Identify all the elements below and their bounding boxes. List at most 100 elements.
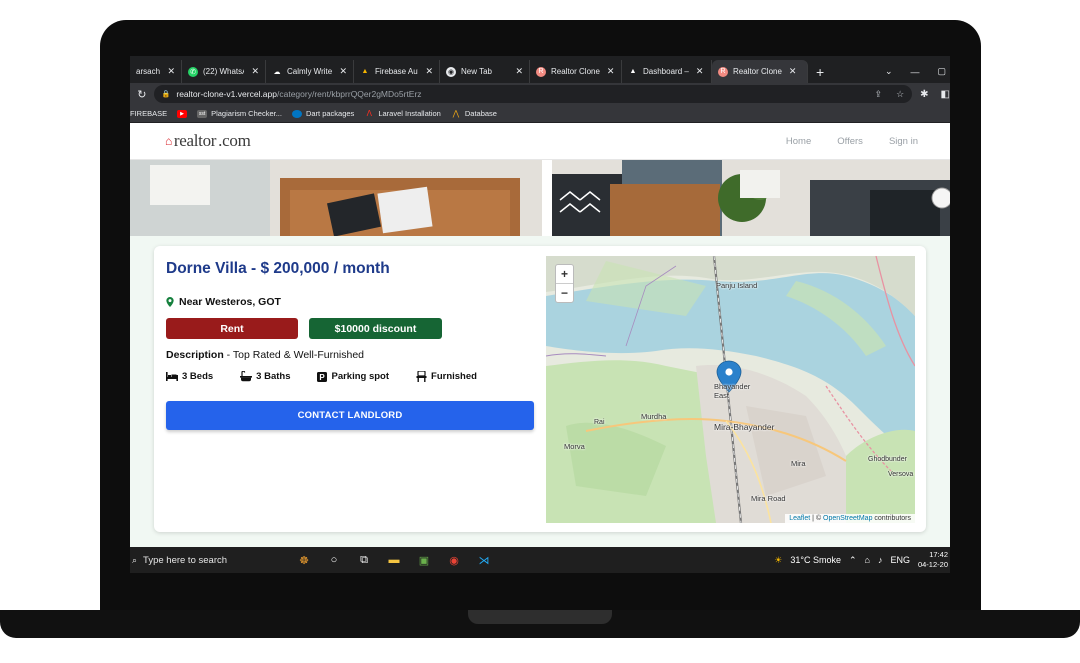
feature-baths: 3 Baths <box>240 371 290 382</box>
tab-4[interactable]: ◉ New Tab ✕ <box>440 60 530 83</box>
window-controls: ⌄ — ▢ <box>885 60 950 83</box>
database-icon: ⋀ <box>452 109 460 118</box>
taskbar-search[interactable]: ⌕ Type here to search <box>130 547 290 573</box>
bookmark-plagiarism[interactable]: sst Plagiarism Checker... <box>197 109 282 118</box>
site-header: ⌂ realtor .com Home Offers Sign in <box>130 123 950 160</box>
taskbar-apps: ☸ ○ ⧉ ▬ ▣ ◉ ⋊ <box>296 552 492 568</box>
lock-icon: 🔒 <box>161 91 171 98</box>
widget-icon[interactable]: ☸ <box>296 552 312 568</box>
network-icon[interactable]: ⌂ <box>865 555 870 565</box>
zoom-in-button[interactable]: + <box>556 265 573 284</box>
listing-title: Dorne Villa - $ 200,000 / month <box>166 260 390 277</box>
start-circle-icon[interactable]: ○ <box>326 552 342 568</box>
reload-icon[interactable]: ↻ <box>130 88 154 101</box>
close-icon[interactable]: ✕ <box>607 66 615 77</box>
house-icon: ⌂ <box>165 133 172 148</box>
tab-1[interactable]: ✆(22) WhatsAp✕ <box>182 60 266 83</box>
close-icon[interactable]: ✕ <box>339 66 347 77</box>
map-label-bhayander-east: Bhayander East <box>714 382 751 400</box>
feature-furnished: Furnished <box>416 371 477 382</box>
tray-chevron-icon[interactable]: ⌃ <box>849 555 857 566</box>
tab-5[interactable]: R Realtor Clone ✕ <box>530 60 622 83</box>
map-label-versova: Versova <box>888 471 914 478</box>
close-icon[interactable]: ✕ <box>251 66 259 77</box>
zoom-out-button[interactable]: − <box>556 284 573 302</box>
bookmark-firebase[interactable]: FIREBASE <box>130 109 167 118</box>
weather-text[interactable]: 31°C Smoke <box>790 555 841 565</box>
laptop-notch <box>468 610 612 624</box>
chrome-icon: ◉ <box>446 66 456 77</box>
url-host: realtor-clone-v1.vercel.app <box>176 89 277 99</box>
feature-parking: P Parking spot <box>317 371 389 382</box>
discount-badge: $10000 discount <box>309 318 442 339</box>
realtor-icon: R <box>536 66 546 77</box>
notes-app-icon[interactable]: ▣ <box>416 552 432 568</box>
svg-text:P: P <box>320 373 326 382</box>
screen: arsachin✕ ✆(22) WhatsAp✕ ☁Calmly Writer✕… <box>130 56 950 573</box>
language-indicator[interactable]: ENG <box>890 555 910 565</box>
chevron-down-icon[interactable]: ⌄ <box>885 66 893 77</box>
task-view-icon[interactable]: ⧉ <box>356 552 372 568</box>
tab-6[interactable]: ▲ Dashboard – ✕ <box>622 60 712 83</box>
listing-description: Description - Top Rated & Well-Furnished <box>166 349 365 361</box>
close-icon[interactable]: ✕ <box>425 66 433 77</box>
leaflet-link[interactable]: Leaflet <box>789 515 810 522</box>
site-nav: Home Offers Sign in <box>786 136 918 147</box>
listing-features: 3 Beds 3 Baths P Parking spot Furnished <box>166 371 477 382</box>
taskbar-clock[interactable]: 17:42 04-12-20 <box>918 550 948 570</box>
url-input[interactable]: 🔒 realtor-clone-v1.vercel.app/category/r… <box>153 85 913 103</box>
listing-hero-image[interactable] <box>130 160 950 236</box>
vercel-icon: ▲ <box>629 68 637 75</box>
map-label-mira: Mira <box>791 459 806 468</box>
nav-sign-in[interactable]: Sign in <box>889 136 918 147</box>
tab-2[interactable]: ☁ Calmly Writer ✕ <box>266 60 354 83</box>
calmly-writer-icon: ☁ <box>273 68 281 76</box>
system-tray: ☀ 31°C Smoke ⌃ ⌂ ♪ ENG 17:42 04-12-20 <box>774 550 950 570</box>
listing-type-badge: Rent <box>166 318 298 339</box>
osm-link[interactable]: OpenStreetMap <box>823 515 872 522</box>
chrome-taskbar-icon[interactable]: ◉ <box>446 552 462 568</box>
youtube-icon: ▶ <box>177 109 188 118</box>
bookmark-star-icon[interactable]: ☆ <box>896 89 904 100</box>
volume-icon[interactable]: ♪ <box>878 555 883 565</box>
side-panel-icon[interactable]: ◧ <box>941 89 950 100</box>
listing-location: Near Westeros, GOT <box>166 296 281 308</box>
extensions-icon[interactable]: ✱ <box>920 89 928 100</box>
tab-7[interactable]: R Realtor Clone ✕ <box>712 60 808 83</box>
hero-photo <box>130 160 950 236</box>
nav-home[interactable]: Home <box>786 136 811 147</box>
tab-3[interactable]: ▲Firebase Auth✕ <box>354 60 440 83</box>
map-label-mira-bhayander: Mira-Bhayander <box>714 422 775 432</box>
map-label-murdha: Murdha <box>641 412 667 421</box>
map-zoom-control: + − <box>555 264 574 303</box>
file-explorer-icon[interactable]: ▬ <box>386 552 402 568</box>
bookmark-database[interactable]: ⋀ Database <box>451 109 497 118</box>
new-tab-button[interactable]: + <box>808 60 832 83</box>
listing-card: Dorne Villa - $ 200,000 / month Near Wes… <box>154 246 926 532</box>
close-icon[interactable]: ✕ <box>515 66 523 77</box>
contact-landlord-button[interactable]: CONTACT LANDLORD <box>166 401 534 430</box>
close-icon[interactable]: ✕ <box>167 66 175 77</box>
close-icon[interactable]: ✕ <box>696 66 704 77</box>
bookmark-youtube[interactable]: ▶ <box>177 109 188 118</box>
listing-map[interactable]: Panju Island Bhayander East Mira-Bhayand… <box>546 256 915 523</box>
vscode-icon[interactable]: ⋊ <box>476 552 492 568</box>
bookmark-dart[interactable]: Dart packages <box>291 109 354 118</box>
realtor-icon: R <box>718 66 728 77</box>
bath-icon <box>240 371 253 382</box>
maximize-icon[interactable]: ▢ <box>937 66 946 77</box>
search-icon: ⌕ <box>132 554 138 565</box>
location-pin-icon <box>166 297 174 307</box>
share-icon[interactable]: ⇪ <box>875 89 883 100</box>
parking-icon: P <box>317 371 328 382</box>
address-bar: ↻ 🔒 realtor-clone-v1.vercel.app/category… <box>130 83 950 105</box>
map-attribution: Leaflet | © OpenStreetMap contributors <box>785 514 915 523</box>
close-icon[interactable]: ✕ <box>789 66 797 77</box>
feature-beds: 3 Beds <box>166 371 213 382</box>
url-path: /category/rent/kbprrQQer2gMDo5rtErz <box>277 89 422 99</box>
minimize-icon[interactable]: — <box>910 67 919 77</box>
bookmark-laravel[interactable]: Λ Laravel Installation <box>364 109 441 118</box>
tab-0[interactable]: arsachin✕ <box>130 60 182 83</box>
nav-offers[interactable]: Offers <box>837 136 863 147</box>
site-logo[interactable]: ⌂ realtor .com <box>165 131 251 151</box>
